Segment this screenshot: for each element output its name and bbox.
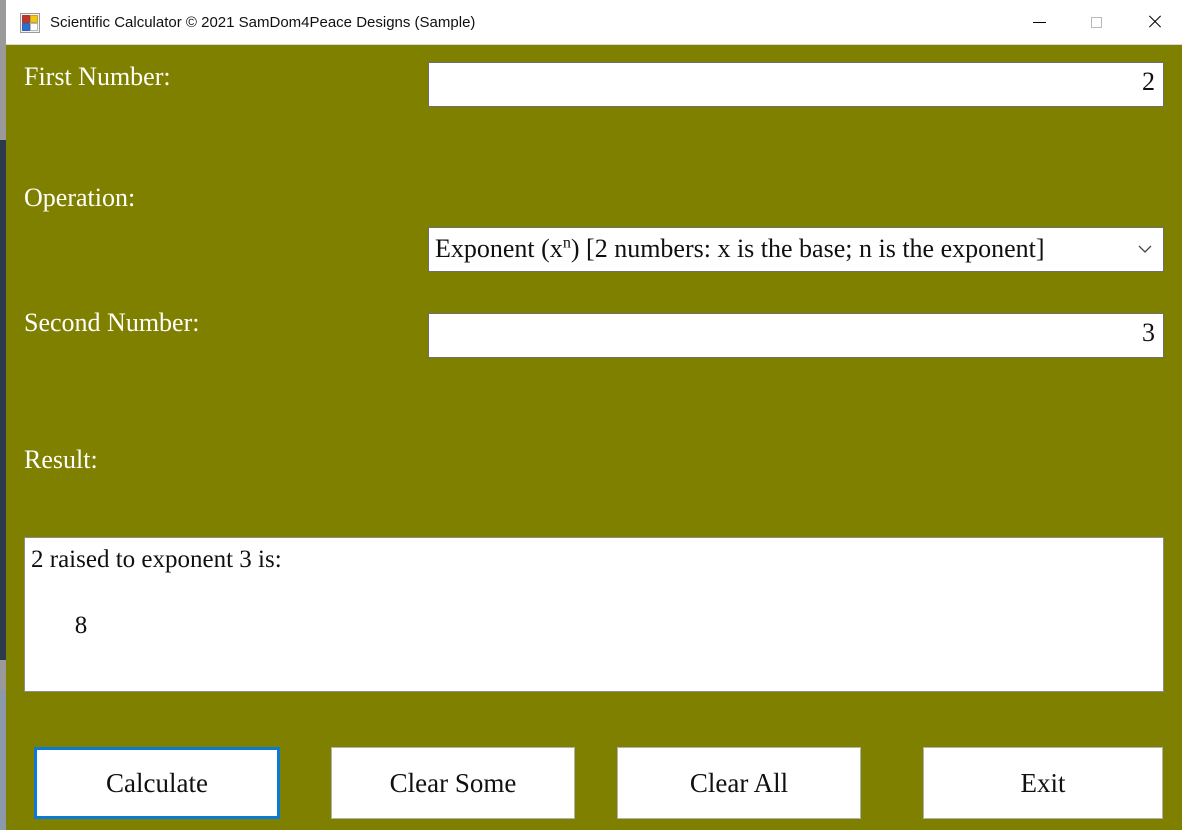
operation-value-prefix: Exponent (x <box>435 234 563 263</box>
second-number-input[interactable]: 3 <box>428 313 1164 358</box>
maximize-icon <box>1091 16 1102 28</box>
first-number-label: First Number: <box>24 62 171 91</box>
client-area: First Number: 2 Operation: Exponent (xn)… <box>6 45 1182 830</box>
operation-value-superscript: n <box>562 234 571 252</box>
chevron-down-glyph <box>1138 245 1152 253</box>
calculate-button[interactable]: Calculate <box>34 747 280 819</box>
result-textarea[interactable]: 2 raised to exponent 3 is: 8 <box>24 537 1164 692</box>
clear-all-button[interactable]: Clear All <box>617 747 861 819</box>
app-grid-icon <box>20 13 40 33</box>
result-label: Result: <box>24 445 98 474</box>
operation-value-suffix: ) [2 numbers: x is the base; n is the ex… <box>570 234 1045 263</box>
operation-selected-value: Exponent (xn) [2 numbers: x is the base;… <box>435 230 1045 268</box>
minimize-icon <box>1033 21 1046 23</box>
minimize-button[interactable] <box>1016 0 1063 44</box>
close-icon <box>1147 15 1161 29</box>
chevron-down-icon[interactable] <box>1131 228 1159 271</box>
second-number-label: Second Number: <box>24 308 200 337</box>
maximize-button[interactable] <box>1073 0 1120 44</box>
window-title: Scientific Calculator © 2021 SamDom4Peac… <box>50 14 476 31</box>
close-button[interactable] <box>1130 0 1177 44</box>
application-window: Scientific Calculator © 2021 SamDom4Peac… <box>0 0 1182 830</box>
clear-some-button[interactable]: Clear Some <box>331 747 575 819</box>
operation-dropdown[interactable]: Exponent (xn) [2 numbers: x is the base;… <box>428 227 1164 272</box>
operation-label: Operation: <box>24 183 136 212</box>
first-number-input[interactable]: 2 <box>428 62 1164 107</box>
title-bar[interactable]: Scientific Calculator © 2021 SamDom4Peac… <box>6 0 1182 45</box>
exit-button[interactable]: Exit <box>923 747 1163 819</box>
